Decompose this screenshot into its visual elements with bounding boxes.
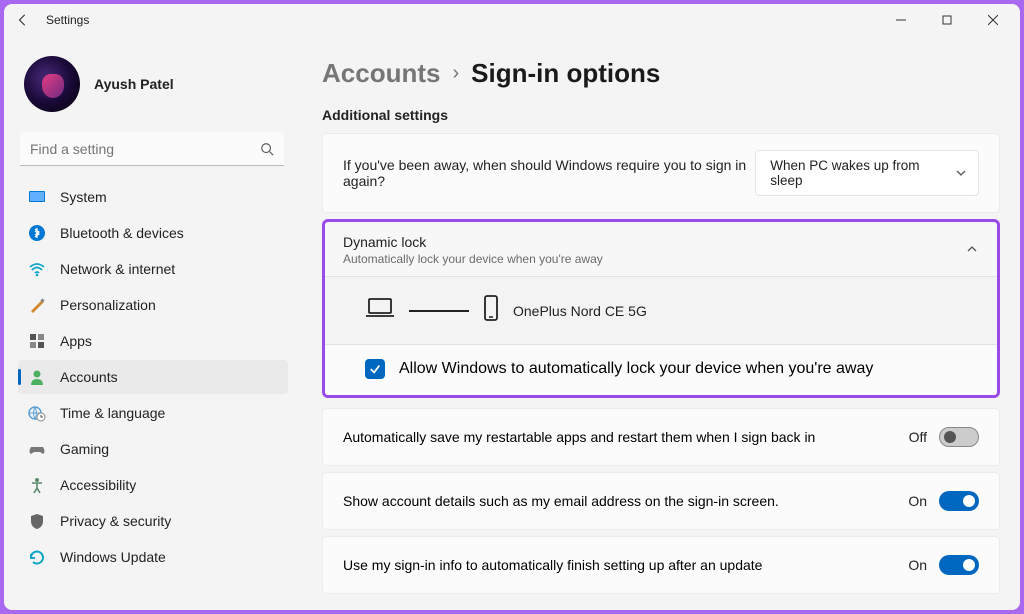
- breadcrumb-parent[interactable]: Accounts: [322, 58, 440, 89]
- account-details-toggle[interactable]: [939, 491, 979, 511]
- nav-label: Personalization: [60, 297, 156, 313]
- dynamic-lock-title: Dynamic lock: [343, 234, 603, 250]
- restartable-toggle-group: Off: [909, 427, 979, 447]
- bluetooth-icon: [28, 224, 46, 242]
- close-button[interactable]: [970, 4, 1016, 36]
- nav-accounts[interactable]: Accounts: [18, 360, 288, 394]
- titlebar: Settings: [4, 4, 1020, 36]
- require-signin-row: If you've been away, when should Windows…: [323, 134, 999, 212]
- window-title: Settings: [46, 13, 89, 27]
- restartable-state: Off: [909, 429, 927, 445]
- main-panel: Accounts › Sign-in options Additional se…: [296, 36, 1020, 610]
- display-icon: [28, 188, 46, 206]
- window-controls: [878, 4, 1016, 36]
- search-box[interactable]: [20, 132, 284, 166]
- sidebar: Ayush Patel System Bluetooth & devices: [4, 36, 296, 610]
- dynamic-lock-checkbox[interactable]: [365, 359, 385, 379]
- nav-label: System: [60, 189, 107, 205]
- finish-setup-toggle-group: On: [908, 555, 979, 575]
- nav-personalization[interactable]: Personalization: [18, 288, 288, 322]
- dynamic-lock-titleblock: Dynamic lock Automatically lock your dev…: [343, 234, 603, 266]
- nav-label: Privacy & security: [60, 513, 171, 529]
- finish-setup-toggle[interactable]: [939, 555, 979, 575]
- nav-label: Apps: [60, 333, 92, 349]
- finish-setup-card: Use my sign-in info to automatically fin…: [322, 536, 1000, 594]
- brush-icon: [28, 296, 46, 314]
- nav-label: Bluetooth & devices: [60, 225, 184, 241]
- account-details-card: Show account details such as my email ad…: [322, 472, 1000, 530]
- dynamic-lock-card: Dynamic lock Automatically lock your dev…: [322, 219, 1000, 398]
- require-signin-card: If you've been away, when should Windows…: [322, 133, 1000, 213]
- require-signin-select[interactable]: When PC wakes up from sleep: [755, 150, 979, 196]
- settings-window: Settings Ayush Patel System: [4, 4, 1020, 610]
- nav-system[interactable]: System: [18, 180, 288, 214]
- titlebar-left: Settings: [16, 13, 89, 27]
- restartable-apps-row: Automatically save my restartable apps a…: [323, 409, 999, 465]
- back-button[interactable]: [16, 13, 30, 27]
- nav-accessibility[interactable]: Accessibility: [18, 468, 288, 502]
- connection-line: [409, 310, 469, 312]
- paired-device-name: OnePlus Nord CE 5G: [513, 303, 647, 319]
- apps-icon: [28, 332, 46, 350]
- nav-list: System Bluetooth & devices Network & int…: [18, 180, 288, 574]
- nav-time-language[interactable]: Time & language: [18, 396, 288, 430]
- chevron-up-icon: [967, 241, 977, 259]
- person-icon: [28, 368, 46, 386]
- restartable-apps-label: Automatically save my restartable apps a…: [343, 429, 815, 445]
- search-input[interactable]: [30, 141, 260, 157]
- nav-label: Accounts: [60, 369, 118, 385]
- search-icon: [260, 142, 274, 156]
- restartable-toggle[interactable]: [939, 427, 979, 447]
- nav-network[interactable]: Network & internet: [18, 252, 288, 286]
- dynamic-lock-subtitle: Automatically lock your device when you'…: [343, 252, 603, 266]
- account-details-row: Show account details such as my email ad…: [323, 473, 999, 529]
- nav-label: Accessibility: [60, 477, 136, 493]
- finish-setup-row: Use my sign-in info to automatically fin…: [323, 537, 999, 593]
- finish-setup-label: Use my sign-in info to automatically fin…: [343, 557, 762, 573]
- avatar: [24, 56, 80, 112]
- account-details-state: On: [908, 493, 927, 509]
- maximize-button[interactable]: [924, 4, 970, 36]
- require-signin-value: When PC wakes up from sleep: [770, 158, 938, 188]
- nav-gaming[interactable]: Gaming: [18, 432, 288, 466]
- minimize-button[interactable]: [878, 4, 924, 36]
- account-details-toggle-group: On: [908, 491, 979, 511]
- accessibility-icon: [28, 476, 46, 494]
- dynamic-lock-checkbox-row: Allow Windows to automatically lock your…: [325, 344, 997, 395]
- profile-name: Ayush Patel: [94, 76, 174, 92]
- dynamic-lock-checkbox-label: Allow Windows to automatically lock your…: [399, 360, 873, 378]
- laptop-icon: [365, 297, 395, 324]
- chevron-right-icon: ›: [452, 62, 459, 85]
- nav-label: Time & language: [60, 405, 165, 421]
- phone-icon: [483, 295, 499, 326]
- shield-icon: [28, 512, 46, 530]
- restartable-apps-card: Automatically save my restartable apps a…: [322, 408, 1000, 466]
- nav-bluetooth[interactable]: Bluetooth & devices: [18, 216, 288, 250]
- nav-label: Windows Update: [60, 549, 166, 565]
- page-title: Sign-in options: [471, 58, 660, 89]
- account-details-label: Show account details such as my email ad…: [343, 493, 779, 509]
- wifi-icon: [28, 260, 46, 278]
- nav-label: Gaming: [60, 441, 109, 457]
- require-signin-label: If you've been away, when should Windows…: [343, 157, 755, 189]
- breadcrumb: Accounts › Sign-in options: [322, 58, 1000, 89]
- finish-setup-state: On: [908, 557, 927, 573]
- content: Ayush Patel System Bluetooth & devices: [4, 36, 1020, 610]
- section-heading: Additional settings: [322, 107, 1000, 123]
- nav-windows-update[interactable]: Windows Update: [18, 540, 288, 574]
- chevron-down-icon: [956, 166, 966, 181]
- nav-label: Network & internet: [60, 261, 175, 277]
- dynamic-lock-header[interactable]: Dynamic lock Automatically lock your dev…: [325, 222, 997, 276]
- nav-apps[interactable]: Apps: [18, 324, 288, 358]
- dynamic-lock-devices: OnePlus Nord CE 5G: [325, 276, 997, 344]
- update-icon: [28, 548, 46, 566]
- profile[interactable]: Ayush Patel: [18, 48, 288, 128]
- globe-clock-icon: [28, 404, 46, 422]
- gamepad-icon: [28, 440, 46, 458]
- nav-privacy[interactable]: Privacy & security: [18, 504, 288, 538]
